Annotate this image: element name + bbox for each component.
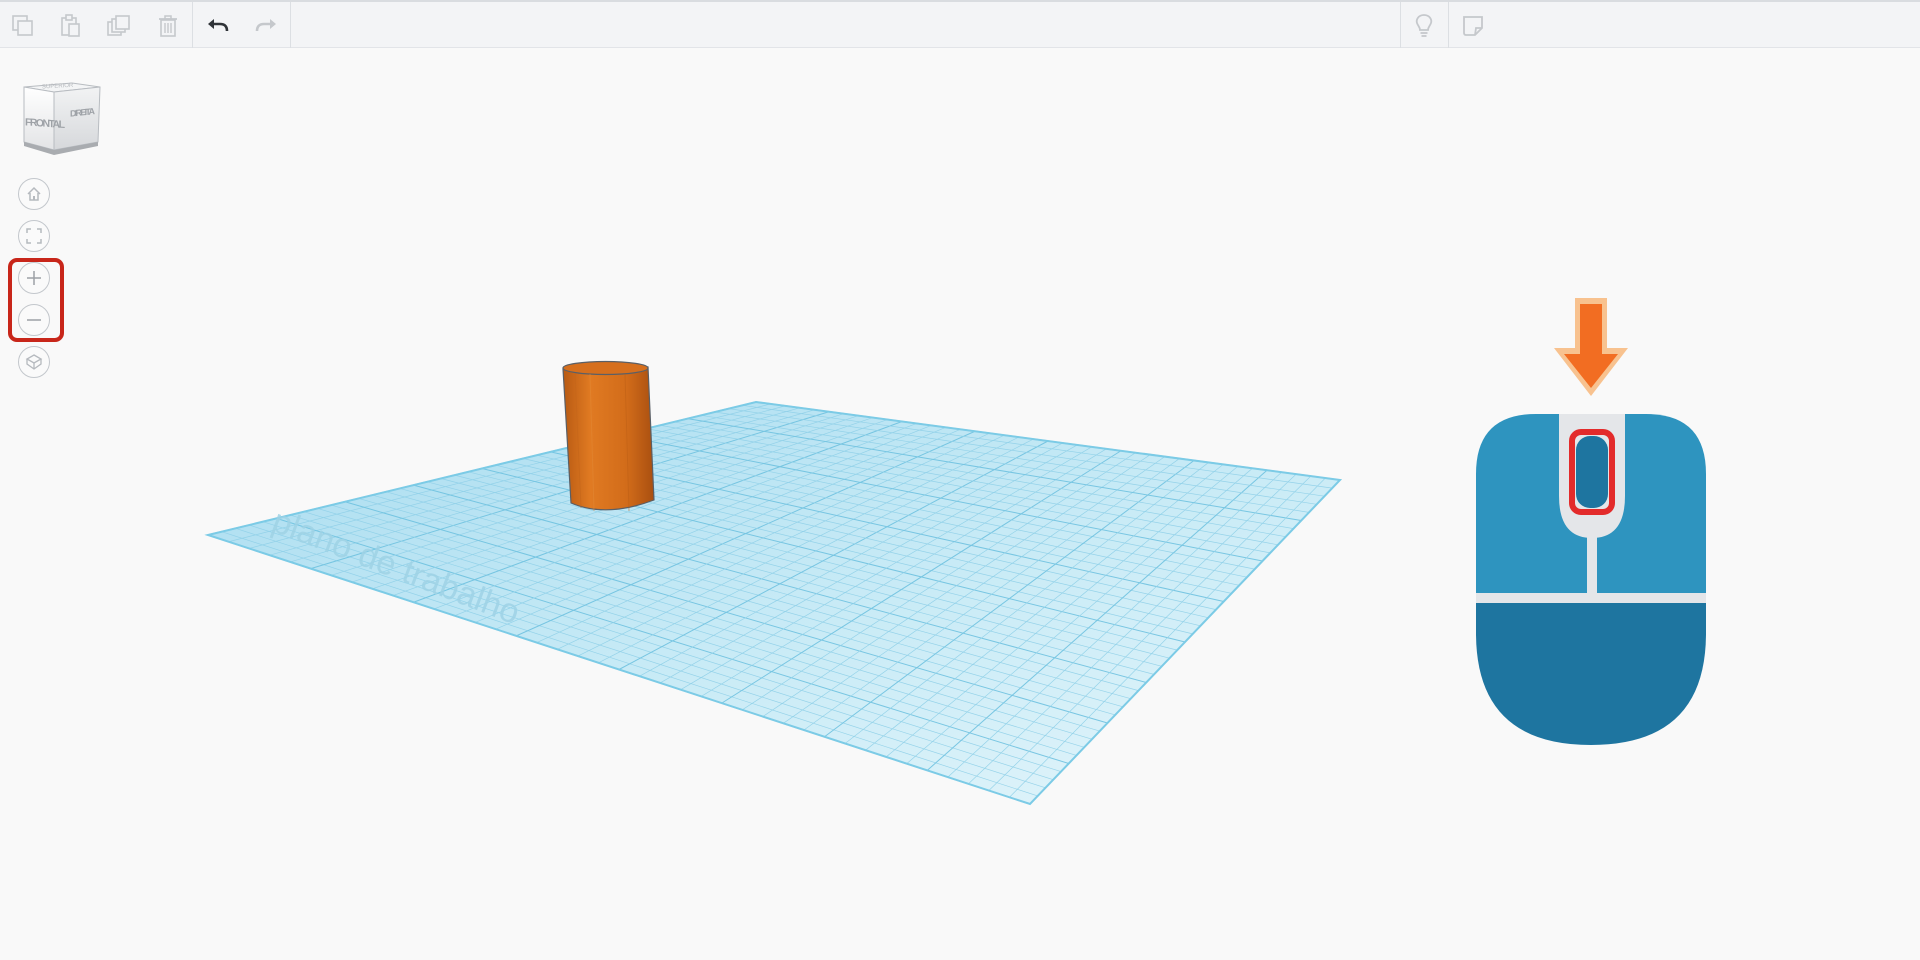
lightbulb-icon xyxy=(1415,14,1433,37)
toolbar-separator xyxy=(1448,2,1449,48)
mouse-scroll-wheel-illustration xyxy=(1460,290,1720,755)
note-icon xyxy=(1463,16,1483,36)
down-arrow-icon xyxy=(1554,298,1628,396)
scroll-wheel xyxy=(1576,436,1608,508)
toolbar-separator xyxy=(1400,2,1401,48)
workplane[interactable]: plano de trabalho xyxy=(204,400,1343,806)
cylinder-shape[interactable] xyxy=(562,360,655,512)
design-canvas[interactable]: plano de trabalho xyxy=(0,0,1400,960)
notes-button[interactable] xyxy=(1456,8,1492,44)
show-hints-button[interactable] xyxy=(1406,8,1442,44)
mouse-scroll-wheel-icon xyxy=(1476,298,1706,745)
